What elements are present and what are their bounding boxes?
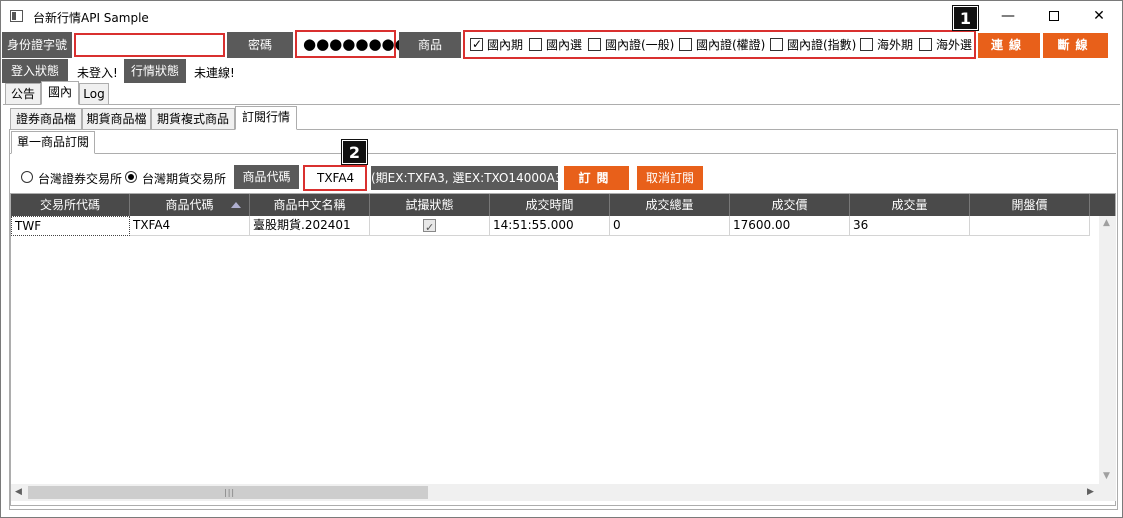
tab-log[interactable]: Log — [79, 83, 109, 105]
radio-twse[interactable] — [21, 171, 33, 183]
scroll-left-icon[interactable]: ◀ — [15, 487, 22, 497]
app-window-icon — [10, 10, 23, 22]
connect-button[interactable]: 連線 — [978, 33, 1040, 58]
unsubscribe-button[interactable]: 取消訂閱 — [637, 166, 703, 190]
checkbox-icon — [770, 38, 783, 51]
app-window: 台新行情API Sample — ✕ 身份證字號 密碼 ●●●●●●●● 商品 … — [0, 0, 1123, 518]
scroll-down-icon[interactable]: ▼ — [1103, 471, 1110, 481]
quote-status-label: 行情狀態 — [124, 59, 186, 83]
tab-stock-products[interactable]: 證券商品檔 — [10, 108, 82, 130]
column-header-trial-status[interactable]: 試撮狀態 — [370, 194, 490, 216]
cell-open-price[interactable] — [970, 216, 1090, 236]
tab-subscribe-quotes[interactable]: 訂閱行情 — [235, 106, 297, 130]
login-status-label: 登入狀態 — [2, 59, 68, 83]
sort-ascending-icon — [231, 202, 241, 208]
checkbox-icon — [860, 38, 873, 51]
maximize-button[interactable] — [1031, 1, 1077, 32]
quotes-grid: 交易所代碼 商品代碼 商品中文名稱 試撮狀態 成交時間 成交總量 成交價 成交量… — [10, 193, 1116, 506]
subscribe-button[interactable]: 訂閱 — [564, 166, 629, 190]
cell-volume[interactable]: 36 — [850, 216, 970, 236]
checkbox-icon — [679, 38, 692, 51]
product-checkbox-overseas-options[interactable]: 海外選 — [919, 38, 972, 52]
scroll-corner — [1099, 484, 1116, 501]
cell-trade-time[interactable]: 14:51:55.000 — [490, 216, 610, 236]
tab-domestic[interactable]: 國內 — [41, 81, 79, 105]
checkbox-icon — [588, 38, 601, 51]
radio-taifex[interactable] — [125, 171, 137, 183]
password-input[interactable]: ●●●●●●●● — [295, 30, 408, 58]
scroll-right-icon[interactable]: ▶ — [1087, 487, 1094, 497]
annotation-badge-1: 1 — [952, 5, 979, 31]
column-header-price[interactable]: 成交價 — [730, 194, 850, 216]
column-header-code[interactable]: 商品代碼 — [130, 194, 250, 216]
quote-status-value: 未連線! — [194, 66, 235, 80]
main-tab-divider — [3, 104, 1120, 105]
cell-code[interactable]: TXFA4 — [130, 216, 250, 236]
product-checkbox-domestic-options[interactable]: 國內選 — [529, 38, 582, 52]
column-header-name[interactable]: 商品中文名稱 — [250, 194, 370, 216]
product-code-input[interactable] — [303, 165, 367, 191]
radio-twse-label: 台灣證券交易所 — [38, 172, 123, 186]
product-checkbox-stock-general[interactable]: 國內證(一般) — [588, 38, 674, 52]
radio-taifex-label: 台灣期貨交易所 — [142, 172, 227, 186]
scroll-grip-icon: ||| — [224, 488, 236, 497]
close-button[interactable]: ✕ — [1076, 1, 1122, 32]
tab-futures-products[interactable]: 期貨商品檔 — [82, 108, 151, 130]
annotation-badge-2: 2 — [341, 139, 368, 165]
column-header-open-price[interactable]: 開盤價 — [970, 194, 1090, 216]
id-label: 身份證字號 — [2, 32, 72, 58]
checkbox-icon — [529, 38, 542, 51]
cell-trial-status[interactable] — [370, 216, 490, 236]
checkbox-checked-icon — [423, 218, 436, 235]
inner-tab-divider — [10, 153, 1116, 154]
product-label: 商品 — [399, 32, 461, 58]
scroll-up-icon[interactable]: ▲ — [1103, 218, 1110, 228]
tab-announcement[interactable]: 公告 — [5, 83, 41, 105]
minimize-button[interactable]: — — [985, 1, 1031, 32]
vertical-scrollbar[interactable]: ▲ ▼ — [1099, 216, 1116, 484]
grid-header: 交易所代碼 商品代碼 商品中文名稱 試撮狀態 成交時間 成交總量 成交價 成交量… — [11, 194, 1115, 216]
disconnect-button[interactable]: 斷線 — [1043, 33, 1108, 58]
product-checkbox-stock-warrant[interactable]: 國內證(權證) — [679, 38, 765, 52]
login-status-value: 未登入! — [77, 66, 118, 80]
cell-total-volume[interactable]: 0 — [610, 216, 730, 236]
column-header-total-volume[interactable]: 成交總量 — [610, 194, 730, 216]
column-header-trade-time[interactable]: 成交時間 — [490, 194, 610, 216]
checkbox-checked-icon — [470, 37, 483, 51]
product-checkbox-stock-index[interactable]: 國內證(指數) — [770, 38, 856, 52]
horizontal-scrollbar[interactable]: ◀ ||| ▶ — [11, 484, 1099, 501]
horizontal-scroll-thumb[interactable]: ||| — [28, 486, 428, 499]
product-checkbox-overseas-futures[interactable]: 海外期 — [860, 38, 913, 52]
tab-futures-combo-products[interactable]: 期貨複式商品 — [151, 108, 235, 130]
cell-price[interactable]: 17600.00 — [730, 216, 850, 236]
product-checkbox-domestic-futures[interactable]: 國內期 — [470, 37, 523, 52]
id-input[interactable] — [74, 33, 225, 57]
password-label: 密碼 — [227, 32, 293, 58]
cell-exchange[interactable]: TWF — [11, 216, 130, 236]
column-header-exchange[interactable]: 交易所代碼 — [11, 194, 130, 216]
cell-name[interactable]: 臺股期貨.202401 — [250, 216, 370, 236]
maximize-icon — [1049, 11, 1059, 21]
column-header-volume[interactable]: 成交量 — [850, 194, 970, 216]
table-row[interactable]: TWF TXFA4 臺股期貨.202401 14:51:55.000 0 176… — [11, 216, 1091, 236]
password-value: ●●●●●●●● — [303, 35, 408, 53]
code-label: 商品代碼 — [234, 165, 299, 189]
product-checkbox-group: 國內期 國內選 國內證(一般) 國內證(權證) 國內證(指數) 海外期 海外選 — [463, 30, 976, 59]
checkbox-icon — [919, 38, 932, 51]
window-title: 台新行情API Sample — [33, 11, 149, 25]
code-example-label: (期EX:TXFA3, 選EX:TXO14000A3) — [371, 166, 567, 190]
tab-single-product-subscribe[interactable]: 單一商品訂閱 — [11, 131, 95, 154]
